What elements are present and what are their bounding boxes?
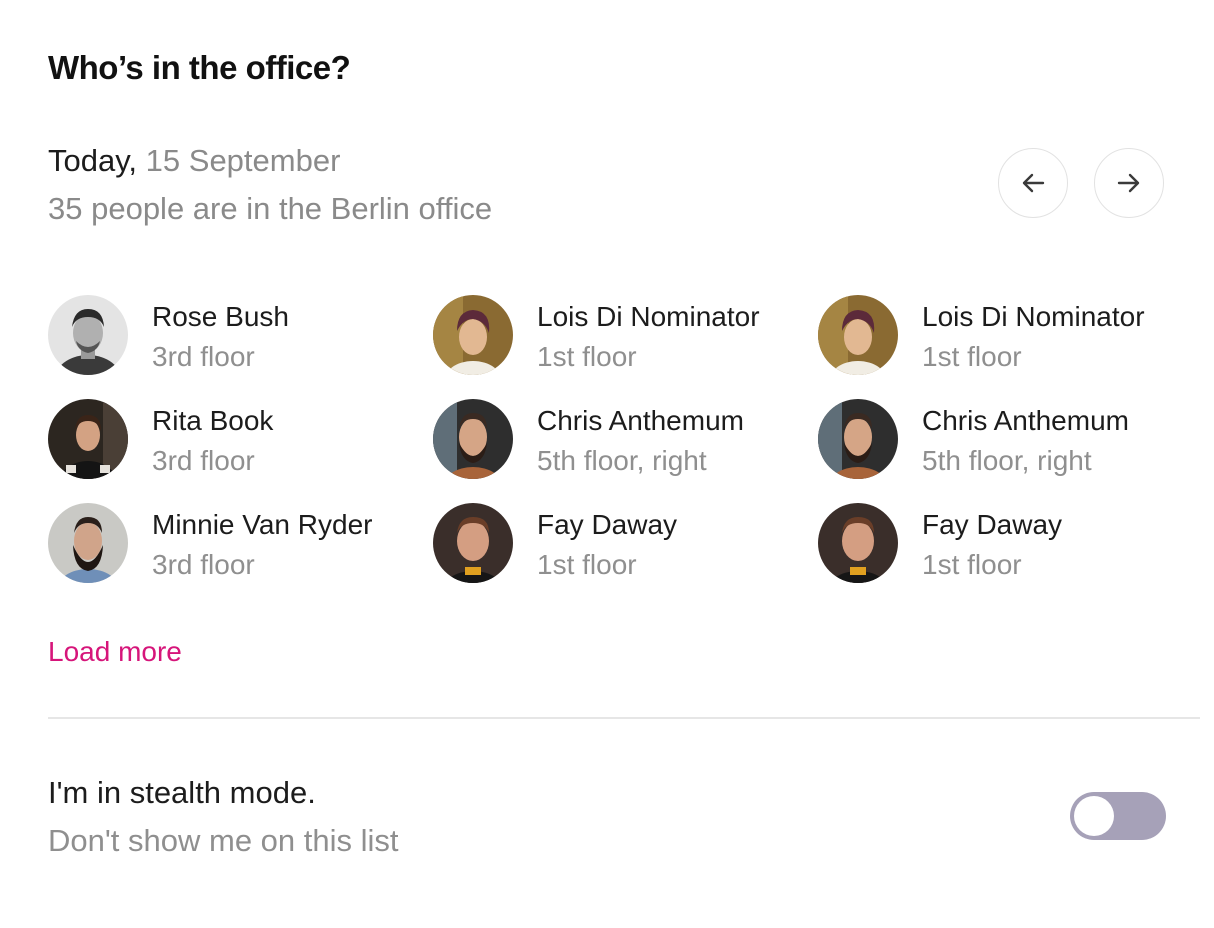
person-item[interactable]: Rita Book 3rd floor [48,399,433,503]
person-item[interactable]: Rose Bush 3rd floor [48,295,433,399]
person-name: Fay Daway [922,509,1063,540]
person-item[interactable]: Minnie Van Ryder 3rd floor [48,503,433,607]
today-label: Today, [48,143,138,178]
person-floor: 1st floor [922,549,1022,580]
person-floor: 1st floor [537,549,637,580]
people-count-text: 35 people are in the Berlin office [48,191,493,226]
person-name: Lois Di Nominator [922,301,1145,332]
avatar [433,399,513,479]
office-presence-card: Who’s in the office? Today, 15 September… [0,0,1214,928]
person-item[interactable]: Lois Di Nominator 1st floor [818,295,1198,399]
toggle-knob [1074,796,1114,836]
person-floor: 5th floor, right [537,445,707,476]
person-name: Rose Bush [152,301,289,332]
previous-day-button[interactable] [998,148,1068,218]
person-floor: 1st floor [537,341,637,372]
stealth-mode-title: I'm in stealth mode. [48,775,316,810]
person-item[interactable]: Chris Anthemum 5th floor, right [433,399,818,503]
arrow-left-icon [1022,173,1045,193]
person-floor: 3rd floor [152,549,255,580]
stealth-mode-toggle[interactable] [1070,792,1166,840]
person-name: Lois Di Nominator [537,301,760,332]
stealth-mode-subtitle: Don't show me on this list [48,823,399,858]
avatar [48,503,128,583]
person-floor: 1st floor [922,341,1022,372]
person-name: Rita Book [152,405,274,436]
person-floor: 3rd floor [152,341,255,372]
person-floor: 5th floor, right [922,445,1092,476]
arrow-right-icon [1117,173,1140,193]
person-item[interactable]: Fay Daway 1st floor [818,503,1198,607]
person-name: Chris Anthemum [537,405,744,436]
people-list: Rose Bush 3rd floor Lois Di Nominator 1s… [48,295,1198,607]
person-item[interactable]: Fay Daway 1st floor [433,503,818,607]
avatar [48,295,128,375]
avatar [433,295,513,375]
date-value: 15 September [145,143,341,178]
person-name: Minnie Van Ryder [152,509,373,540]
person-item[interactable]: Lois Di Nominator 1st floor [433,295,818,399]
person-name: Chris Anthemum [922,405,1129,436]
avatar [818,503,898,583]
next-day-button[interactable] [1094,148,1164,218]
avatar [818,399,898,479]
load-more-link[interactable]: Load more [48,632,182,672]
date-line: Today, 15 September [48,140,340,182]
avatar [48,399,128,479]
person-item[interactable]: Chris Anthemum 5th floor, right [818,399,1198,503]
person-name: Fay Daway [537,509,678,540]
page-title: Who’s in the office? [48,49,351,86]
divider [48,717,1200,719]
avatar [433,503,513,583]
person-floor: 3rd floor [152,445,255,476]
avatar [818,295,898,375]
